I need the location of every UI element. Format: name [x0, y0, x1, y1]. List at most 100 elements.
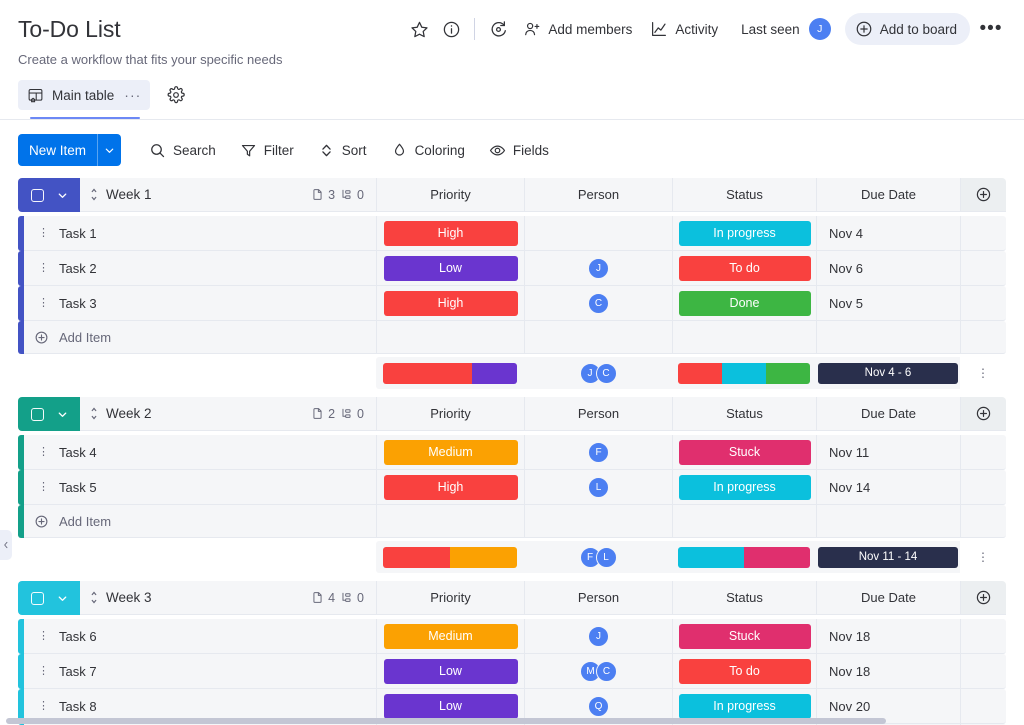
item-name[interactable]: Task 8: [59, 699, 97, 714]
group-select-collapse[interactable]: [18, 178, 80, 212]
row-menu-icon[interactable]: ⋮: [38, 700, 49, 712]
person-stack[interactable]: MC: [580, 660, 617, 682]
column-header-person[interactable]: Person: [524, 178, 672, 212]
avatar[interactable]: C: [595, 362, 617, 384]
priority-cell[interactable]: Medium: [376, 619, 524, 654]
person-stack[interactable]: F: [588, 441, 609, 463]
row-menu-icon[interactable]: ⋮: [38, 262, 49, 274]
due-date-cell[interactable]: Nov 6: [816, 251, 960, 286]
view-settings-button[interactable]: [162, 81, 190, 109]
add-column-button[interactable]: [960, 581, 1006, 615]
person-cell[interactable]: C: [524, 286, 672, 321]
avatar[interactable]: L: [588, 476, 609, 498]
person-cell[interactable]: J: [524, 619, 672, 654]
activity-button[interactable]: Activity: [641, 14, 727, 44]
priority-cell[interactable]: Low: [376, 251, 524, 286]
priority-summary-bar[interactable]: [383, 546, 517, 568]
avatar[interactable]: J: [588, 257, 609, 279]
avatar[interactable]: J: [808, 18, 831, 40]
last-seen[interactable]: Last seen J: [741, 18, 831, 40]
group-title-cell[interactable]: Week 3 4 0: [80, 581, 376, 615]
add-to-board-button[interactable]: Add to board: [844, 13, 970, 45]
add-item-row[interactable]: Add Item: [18, 321, 1006, 354]
priority-cell[interactable]: Medium: [376, 435, 524, 470]
board-more-menu-button[interactable]: •••: [976, 14, 1006, 44]
group-checkbox[interactable]: [30, 188, 44, 202]
item-name-cell[interactable]: ⋮ Task 5: [24, 470, 376, 505]
table-row[interactable]: ⋮ Task 5 High L In progress Nov 14: [18, 470, 1006, 505]
priority-chip[interactable]: High: [383, 290, 518, 316]
priority-chip[interactable]: High: [383, 474, 518, 500]
priority-chip[interactable]: Low: [383, 255, 518, 281]
due-date-cell[interactable]: Nov 14: [816, 470, 960, 505]
table-row[interactable]: ⋮ Task 7 Low MC To do Nov 18: [18, 654, 1006, 689]
column-header-priority[interactable]: Priority: [376, 397, 524, 431]
drag-handle-icon[interactable]: [90, 407, 98, 420]
priority-chip[interactable]: Low: [383, 693, 518, 719]
table-row[interactable]: ⋮ Task 1 High In progress Nov 4: [18, 216, 1006, 251]
horizontal-scrollbar-thumb[interactable]: [6, 718, 886, 724]
summary-date-cell[interactable]: Nov 11 - 14: [816, 541, 960, 573]
priority-chip[interactable]: Medium: [383, 623, 518, 649]
avatar[interactable]: L: [595, 546, 617, 568]
group-select-collapse[interactable]: [18, 581, 80, 615]
row-menu-icon[interactable]: ⋮: [38, 481, 49, 493]
group-title[interactable]: Week 3: [106, 590, 152, 605]
summary-menu-icon[interactable]: ⋮: [960, 541, 1006, 573]
drag-handle-icon[interactable]: [90, 188, 98, 201]
item-name[interactable]: Task 1: [59, 226, 97, 241]
priority-cell[interactable]: High: [376, 216, 524, 251]
board-info-button[interactable]: [435, 13, 467, 45]
sidebar-collapse-toggle[interactable]: [0, 530, 12, 560]
due-date-cell[interactable]: Nov 5: [816, 286, 960, 321]
avatar[interactable]: F: [588, 441, 609, 463]
column-header-person[interactable]: Person: [524, 397, 672, 431]
summary-priority-cell[interactable]: [376, 357, 524, 389]
filter-button[interactable]: Filter: [230, 134, 304, 166]
summary-priority-cell[interactable]: [376, 541, 524, 573]
table-row[interactable]: ⋮ Task 4 Medium F Stuck Nov 11: [18, 435, 1006, 470]
column-header-due-date[interactable]: Due Date: [816, 581, 960, 615]
person-stack[interactable]: FL: [579, 546, 617, 568]
table-row[interactable]: ⋮ Task 3 High C Done Nov 5: [18, 286, 1006, 321]
search-button[interactable]: Search: [139, 134, 226, 166]
group-title[interactable]: Week 1: [106, 187, 152, 202]
item-name[interactable]: Task 3: [59, 296, 97, 311]
group-title[interactable]: Week 2: [106, 406, 152, 421]
status-cell[interactable]: Stuck: [672, 435, 816, 470]
favorite-button[interactable]: [403, 13, 435, 45]
chevron-down-icon[interactable]: [57, 190, 68, 201]
priority-cell[interactable]: High: [376, 286, 524, 321]
person-stack[interactable]: J: [588, 257, 609, 279]
priority-cell[interactable]: Low: [376, 654, 524, 689]
tab-main-table-menu[interactable]: ···: [124, 87, 141, 103]
status-cell[interactable]: In progress: [672, 216, 816, 251]
status-cell[interactable]: To do: [672, 251, 816, 286]
column-header-due-date[interactable]: Due Date: [816, 178, 960, 212]
summary-menu-icon[interactable]: ⋮: [960, 357, 1006, 389]
avatar[interactable]: C: [588, 292, 609, 314]
status-chip[interactable]: Stuck: [678, 623, 811, 649]
priority-cell[interactable]: High: [376, 470, 524, 505]
add-column-button[interactable]: [960, 178, 1006, 212]
item-name-cell[interactable]: ⋮ Task 4: [24, 435, 376, 470]
group-select-collapse[interactable]: [18, 397, 80, 431]
add-item-row[interactable]: Add Item: [18, 505, 1006, 538]
date-range-pill[interactable]: Nov 4 - 6: [818, 362, 958, 384]
person-stack[interactable]: JC: [579, 362, 617, 384]
person-stack[interactable]: C: [588, 292, 609, 314]
summary-status-cell[interactable]: [672, 541, 816, 573]
status-chip[interactable]: To do: [678, 255, 811, 281]
avatar[interactable]: C: [596, 660, 617, 682]
column-header-priority[interactable]: Priority: [376, 581, 524, 615]
fields-button[interactable]: Fields: [479, 134, 559, 166]
add-members-button[interactable]: Add members: [514, 14, 641, 44]
item-name[interactable]: Task 4: [59, 445, 97, 460]
chevron-down-icon[interactable]: [57, 593, 68, 604]
column-header-person[interactable]: Person: [524, 581, 672, 615]
status-summary-bar[interactable]: [678, 362, 810, 384]
avatar[interactable]: J: [588, 625, 609, 647]
person-stack[interactable]: J: [588, 625, 609, 647]
coloring-button[interactable]: Coloring: [381, 134, 475, 166]
item-name[interactable]: Task 2: [59, 261, 97, 276]
